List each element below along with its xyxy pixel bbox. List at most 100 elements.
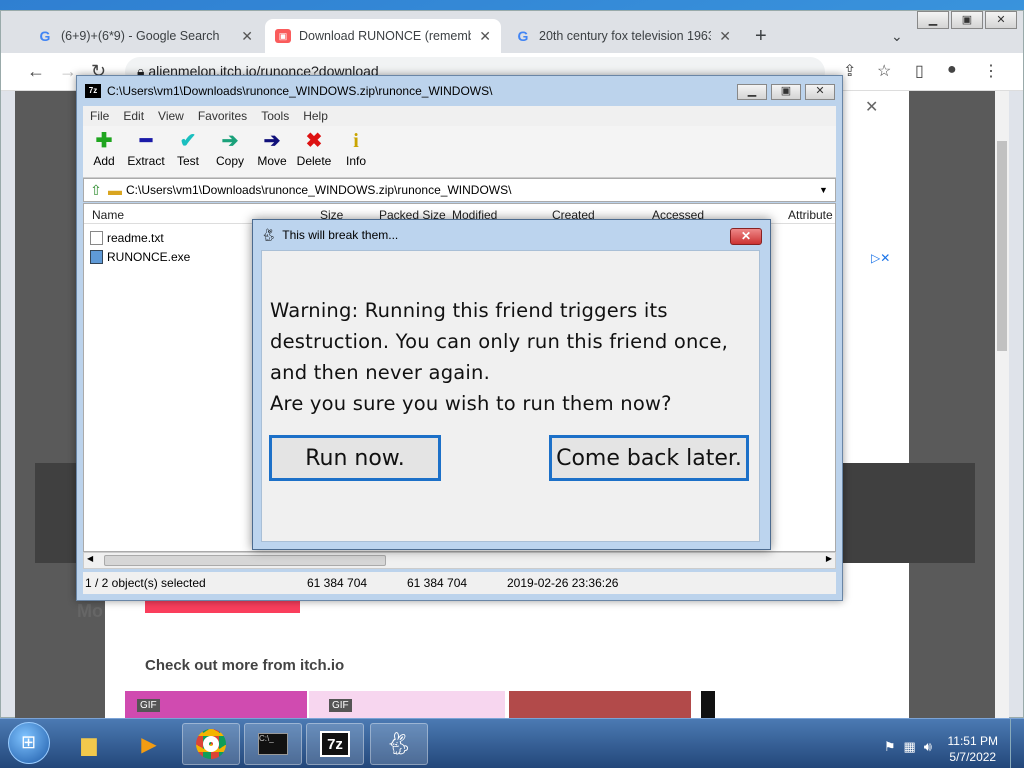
test-button[interactable]: ✔ Test (167, 126, 209, 177)
column-attribute[interactable]: Attribute (788, 208, 833, 222)
move-label: Move (257, 154, 287, 168)
tab-title: Download RUNONCE (remember (299, 29, 472, 43)
menu-edit[interactable]: Edit (116, 106, 151, 126)
copy-icon: ➔ (221, 130, 239, 152)
close-overlay-icon[interactable]: ✕ (865, 97, 878, 117)
extract-button[interactable]: ━ Extract (125, 126, 167, 177)
window-controls: ▁ ▣ ✕ (917, 11, 1017, 29)
scroll-right-icon[interactable]: ▶ (826, 554, 832, 563)
list-item[interactable]: RUNONCE.exe (90, 250, 190, 264)
menu-file[interactable]: File (83, 106, 116, 126)
add-button[interactable]: ✚ Add (83, 126, 125, 177)
menu-tools[interactable]: Tools (254, 106, 296, 126)
clock[interactable]: 11:51 PM 5/7/2022 (948, 733, 998, 765)
run-now-button[interactable]: Run now. (269, 435, 441, 481)
action-center-icon[interactable]: ⚑ (884, 739, 896, 755)
back-icon[interactable]: ← (27, 61, 45, 82)
column-name[interactable]: Name (92, 208, 124, 222)
up-folder-icon[interactable]: ⇧ (84, 182, 108, 199)
copy-button[interactable]: ➔ Copy (209, 126, 251, 177)
menu-help[interactable]: Help (296, 106, 335, 126)
bookmark-star-icon[interactable]: ☆ (877, 61, 891, 81)
horizontal-scrollbar[interactable]: ◀ ▶ (83, 552, 836, 569)
address-bar[interactable]: ⇧ ▬ C:\Users\vm1\Downloads\runonce_WINDO… (83, 178, 836, 202)
extract-label: Extract (127, 154, 165, 168)
profile-icon[interactable]: ● (947, 61, 957, 79)
message-line: Are you sure you wish to run them now? (270, 392, 672, 415)
chrome-icon (196, 729, 226, 759)
dropdown-arrow-icon[interactable]: ▼ (819, 185, 835, 195)
status-selected: 1 / 2 object(s) selected (85, 576, 206, 590)
close-tab-icon[interactable]: ✕ (719, 28, 731, 45)
taskbar: ⊞ ▆ ▶ C:\_ 7z 🐇︎ ⚑ ▦ 🔊︎ 11:51 PM 5/7/202… (0, 718, 1024, 768)
scrollbar-thumb[interactable] (997, 141, 1007, 351)
scroll-left-icon[interactable]: ◀ (87, 554, 93, 563)
close-button[interactable]: ✕ (805, 84, 835, 100)
game-thumbnail[interactable] (701, 691, 883, 719)
tab-strip: G (6+9)+(6*9) - Google Search ✕ ▣ Downlo… (1, 11, 1023, 53)
explorer-taskbar-icon[interactable]: ▆ (60, 723, 118, 765)
game-thumbnail[interactable] (509, 691, 691, 719)
start-button[interactable]: ⊞ (8, 722, 50, 764)
tab-google-search[interactable]: G (6+9)+(6*9) - Google Search ✕ (27, 19, 263, 53)
maximize-button[interactable]: ▣ (771, 84, 801, 100)
info-button[interactable]: i Info (335, 126, 377, 177)
dialog-close-button[interactable]: ✕ (730, 228, 762, 245)
system-tray: ⚑ ▦ 🔊︎ (884, 739, 932, 755)
status-bar: 1 / 2 object(s) selected 61 384 704 61 3… (83, 572, 836, 594)
delete-button[interactable]: ✖ Delete (293, 126, 335, 177)
menu-view[interactable]: View (151, 106, 191, 126)
new-tab-button[interactable]: + (745, 19, 785, 53)
maximize-button[interactable]: ▣ (951, 11, 983, 29)
ad-choices-icon[interactable]: ▷✕ (871, 251, 890, 265)
minimize-button[interactable]: ▁ (737, 84, 767, 100)
cmd-taskbar-icon[interactable]: C:\_ (244, 723, 302, 765)
windows-logo-icon: ⊞ (21, 732, 37, 752)
message-line: destruction. You can only run this frien… (270, 330, 729, 353)
tab-title: (6+9)+(6*9) - Google Search (61, 29, 220, 43)
close-tab-icon[interactable]: ✕ (241, 28, 253, 45)
come-back-later-button[interactable]: Come back later. (549, 435, 749, 481)
game-thumbnail[interactable]: GIF (125, 691, 307, 719)
menu-icon[interactable]: ⋮ (983, 61, 999, 81)
forward-icon[interactable]: → (59, 61, 77, 82)
runonce-taskbar-icon[interactable]: 🐇︎ (370, 723, 428, 765)
minimize-button[interactable]: ▁ (917, 11, 949, 29)
bunny-icon: 🐇︎ (261, 228, 277, 242)
message-line: and then never again. (270, 361, 491, 384)
add-icon: ✚ (95, 130, 113, 152)
share-icon[interactable]: ⇪ (843, 61, 856, 81)
clock-date: 5/7/2022 (949, 750, 997, 764)
show-desktop-button[interactable] (1010, 719, 1024, 768)
volume-icon[interactable]: 🔊︎ (924, 739, 932, 755)
address-path: C:\Users\vm1\Downloads\runonce_WINDOWS.z… (126, 183, 512, 197)
tab-fox-television[interactable]: G 20th century fox television 1963 ✕ (505, 19, 741, 53)
test-label: Test (176, 154, 199, 168)
side-panel-icon[interactable]: ▯ (915, 61, 924, 81)
sevenzip-taskbar-icon[interactable]: 7z (306, 723, 364, 765)
tab-search-icon[interactable]: ⌄ (881, 19, 911, 53)
close-button[interactable]: ✕ (985, 11, 1017, 29)
close-tab-icon[interactable]: ✕ (479, 28, 491, 45)
play-icon: ▶ (141, 733, 157, 756)
list-item[interactable]: readme.txt (90, 231, 164, 245)
media-player-taskbar-icon[interactable]: ▶ (120, 723, 178, 765)
text-file-icon (90, 231, 103, 245)
sevenzip-titlebar[interactable]: 7z C:\Users\vm1\Downloads\runonce_WINDOW… (77, 76, 842, 106)
move-button[interactable]: ➔ Move (251, 126, 293, 177)
chrome-taskbar-icon[interactable] (182, 723, 240, 765)
google-icon: G (517, 28, 529, 44)
tab-runonce[interactable]: ▣ Download RUNONCE (remember ✕ (265, 19, 501, 53)
network-icon[interactable]: ▦ (904, 739, 916, 755)
dialog-title: This will break them... (282, 228, 399, 242)
sevenzip-icon: 7z (85, 84, 101, 98)
game-thumbnail[interactable]: GIF (309, 691, 505, 719)
folder-icon: ▆ (81, 733, 97, 756)
side-label: Mo (77, 601, 103, 621)
scrollbar-thumb[interactable] (104, 555, 386, 566)
menu-favorites[interactable]: Favorites (191, 106, 254, 126)
dialog-titlebar[interactable]: 🐇︎ This will break them... (261, 228, 398, 242)
bunny-icon: 🐇︎ (385, 731, 413, 756)
menu-bar: File Edit View Favorites Tools Help (83, 106, 836, 126)
clock-time: 11:51 PM (947, 734, 998, 748)
